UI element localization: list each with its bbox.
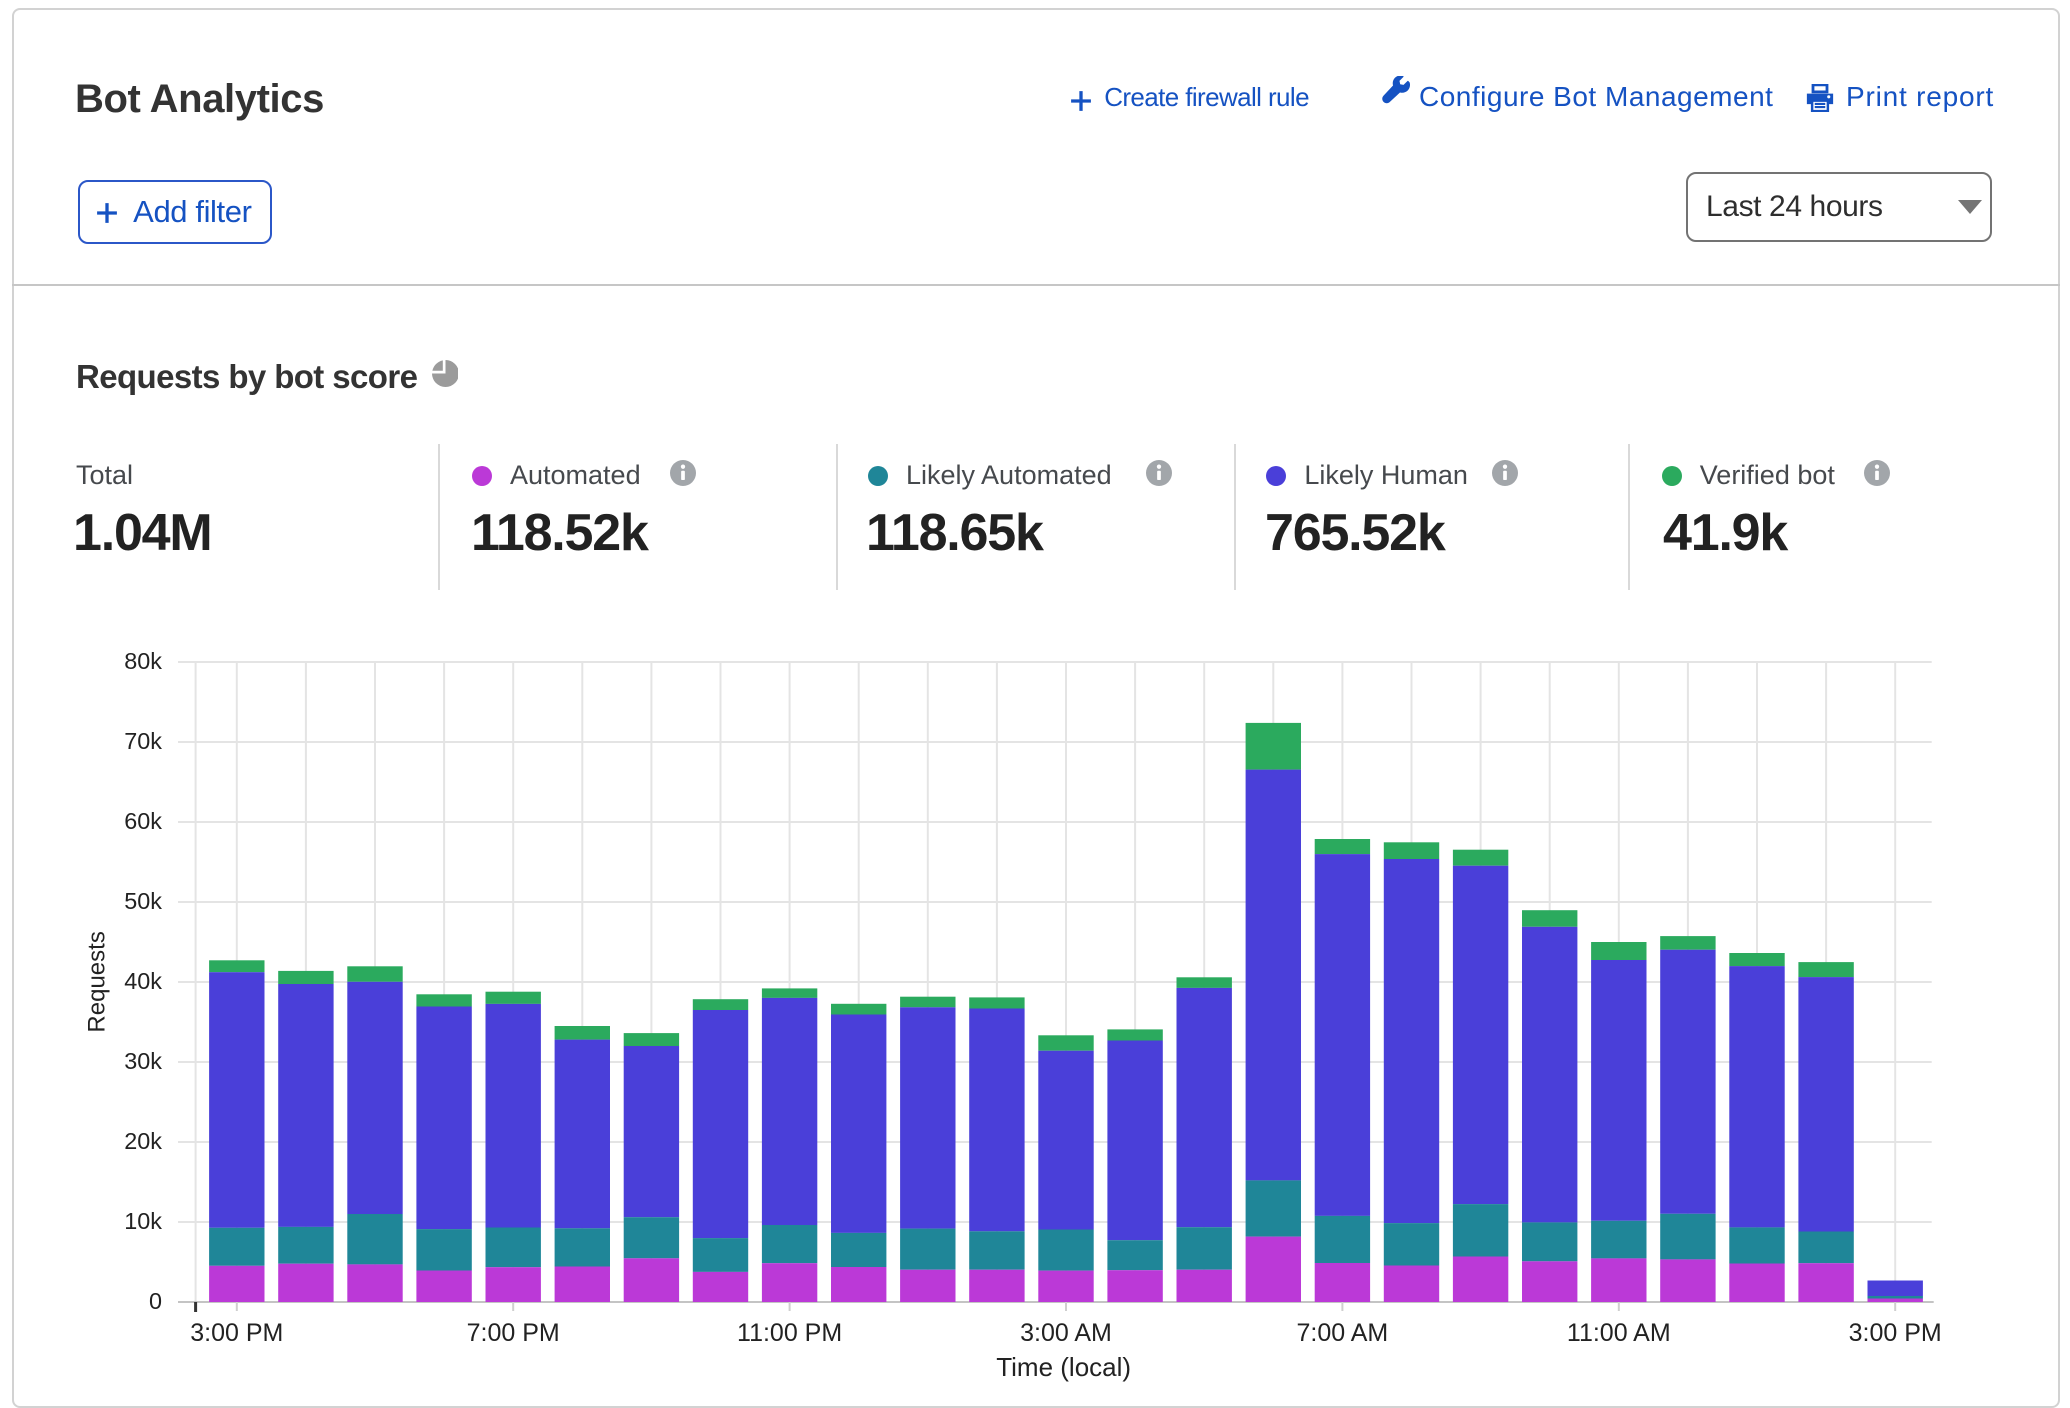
svg-text:Requests: Requests: [84, 931, 111, 1032]
svg-text:3:00 AM: 3:00 AM: [1020, 1319, 1112, 1347]
svg-text:3:00 PM: 3:00 PM: [190, 1319, 283, 1347]
svg-text:40k: 40k: [124, 968, 162, 994]
svg-text:Time (local): Time (local): [996, 1352, 1131, 1382]
svg-text:30k: 30k: [124, 1048, 162, 1074]
svg-text:70k: 70k: [124, 728, 162, 754]
svg-text:60k: 60k: [124, 808, 162, 834]
svg-text:3:00 PM: 3:00 PM: [1849, 1319, 1942, 1347]
svg-text:80k: 80k: [124, 648, 162, 674]
svg-text:10k: 10k: [124, 1208, 162, 1234]
svg-text:7:00 AM: 7:00 AM: [1297, 1319, 1389, 1347]
svg-text:11:00 PM: 11:00 PM: [737, 1319, 842, 1347]
svg-text:0: 0: [149, 1288, 162, 1314]
svg-text:7:00 PM: 7:00 PM: [467, 1319, 560, 1347]
svg-text:20k: 20k: [124, 1128, 162, 1154]
svg-text:50k: 50k: [124, 888, 162, 914]
svg-text:11:00 AM: 11:00 AM: [1567, 1319, 1671, 1347]
